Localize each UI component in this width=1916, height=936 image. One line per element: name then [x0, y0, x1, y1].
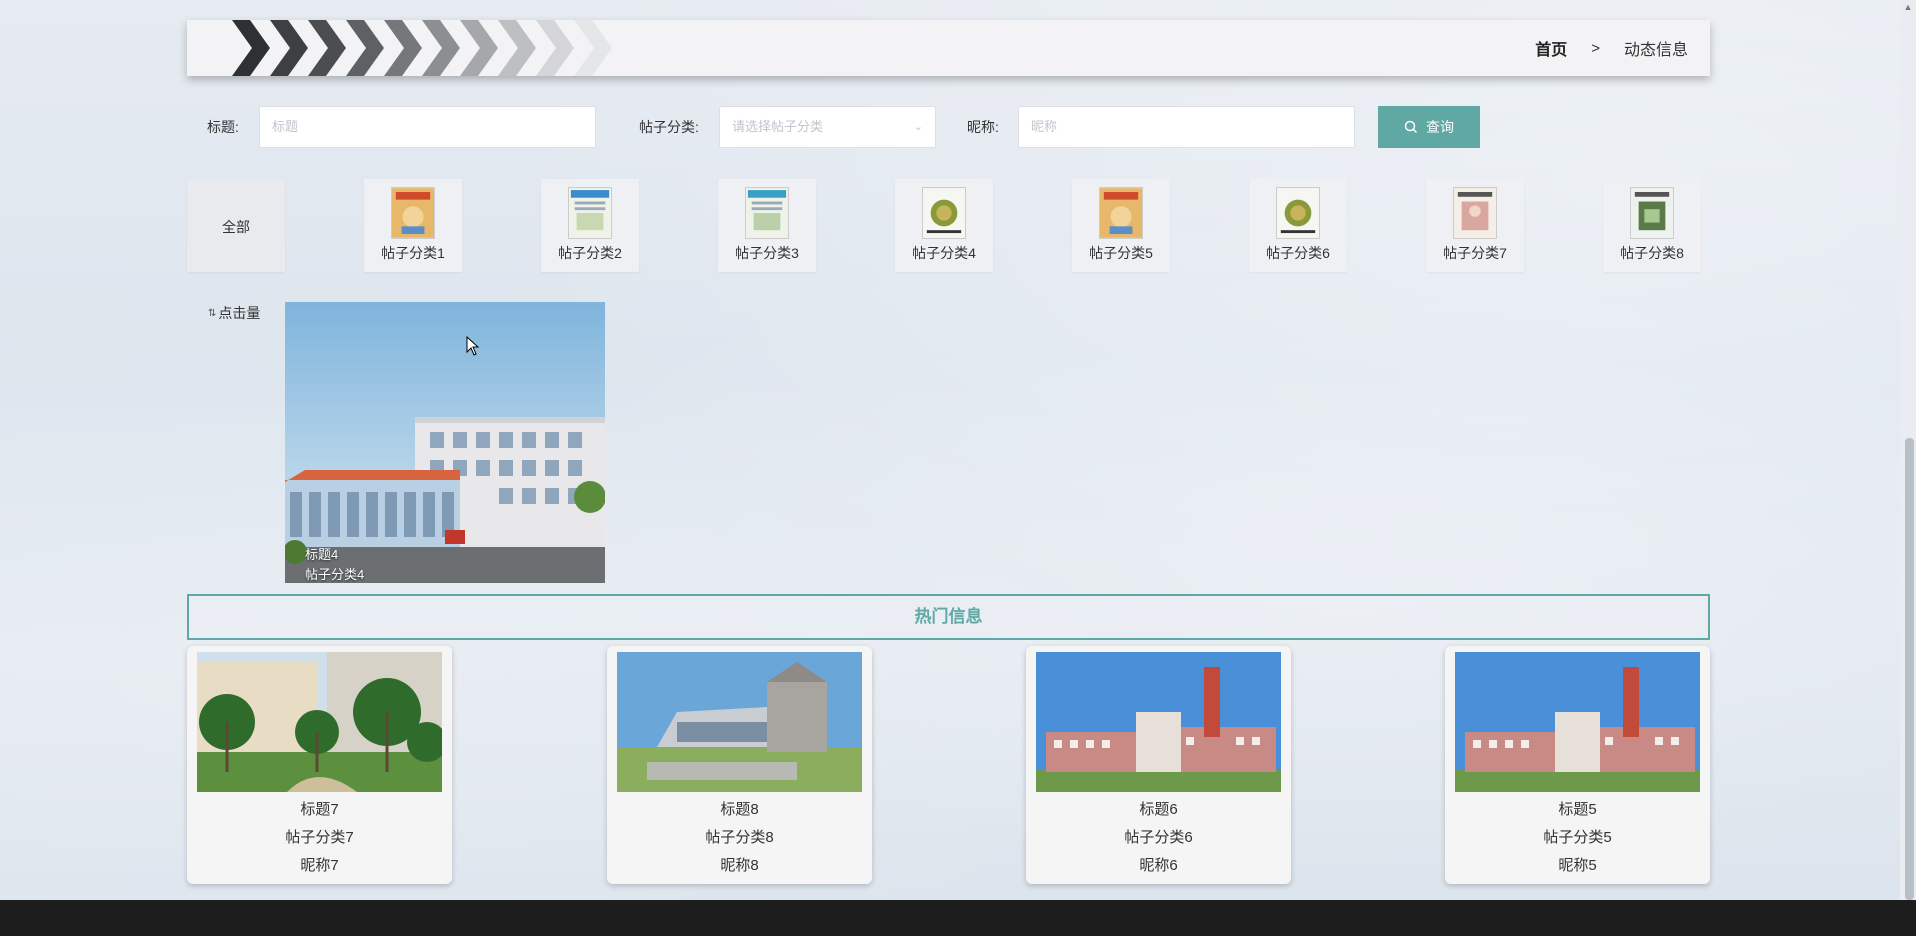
- hot-card-category: 帖子分类8: [705, 829, 774, 846]
- breadcrumb-current: 动态信息: [1623, 42, 1688, 59]
- category-item[interactable]: 帖子分类8: [1603, 179, 1701, 272]
- category-item[interactable]: 帖子分类6: [1249, 179, 1347, 272]
- hot-card-nickname: 昵称6: [1139, 857, 1178, 874]
- category-thumbnail: [391, 187, 435, 239]
- hot-card-nickname: 昵称8: [720, 857, 759, 874]
- hot-card-nickname: 昵称7: [300, 857, 339, 874]
- breadcrumb: 首页 > 动态信息: [1535, 20, 1688, 76]
- category-label: 帖子分类4: [912, 245, 976, 261]
- hot-card-title: 标题8: [720, 801, 759, 818]
- category-item[interactable]: 帖子分类5: [1072, 179, 1170, 272]
- category-label: 帖子分类3: [735, 245, 799, 261]
- hot-card-image: [617, 652, 862, 792]
- category-filter: 全部 帖子分类1 帖子分类2 帖子分类3 帖子分类4 帖子分类5 帖子分类6 帖…: [187, 179, 1707, 274]
- category-label: 帖子分类:: [639, 119, 699, 135]
- hot-card[interactable]: 标题8 帖子分类8 昵称8: [607, 646, 872, 884]
- search-button-label: 查询: [1426, 119, 1454, 135]
- hot-card[interactable]: 标题6 帖子分类6 昵称6: [1026, 646, 1291, 884]
- hot-card[interactable]: 标题5 帖子分类5 昵称5: [1445, 646, 1710, 884]
- sort-icon: ⇅: [208, 307, 216, 319]
- category-label: 帖子分类8: [1620, 245, 1684, 261]
- hot-card-image: [1455, 652, 1700, 792]
- category-thumbnail: [1453, 187, 1497, 239]
- search-icon: [1404, 120, 1418, 134]
- category-select[interactable]: 请选择帖子分类 ⌄: [719, 106, 936, 148]
- breadcrumb-home-link[interactable]: 首页: [1535, 36, 1567, 60]
- category-thumbnail: [745, 187, 789, 239]
- category-thumbnail: [922, 187, 966, 239]
- scroll-up-icon[interactable]: ▲: [1901, 0, 1915, 14]
- category-all[interactable]: 全部: [187, 179, 285, 272]
- hot-card-title: 标题6: [1139, 801, 1178, 818]
- category-item[interactable]: 帖子分类4: [895, 179, 993, 272]
- post-card[interactable]: 标题4 帖子分类4: [285, 302, 605, 583]
- category-item[interactable]: 帖子分类7: [1426, 179, 1524, 272]
- nickname-input[interactable]: 昵称: [1018, 106, 1355, 148]
- category-thumbnail: [1630, 187, 1674, 239]
- category-select-placeholder: 请选择帖子分类: [732, 119, 824, 134]
- hot-card-title: 标题5: [1558, 801, 1597, 818]
- hot-card-nickname: 昵称5: [1558, 857, 1597, 874]
- category-item[interactable]: 帖子分类3: [718, 179, 816, 272]
- category-item[interactable]: 帖子分类2: [541, 179, 639, 272]
- post-image: [285, 302, 605, 583]
- scrollbar-thumb[interactable]: [1905, 438, 1914, 900]
- category-label: 帖子分类1: [381, 245, 445, 261]
- title-label: 标题:: [207, 119, 239, 135]
- sort-by-hits[interactable]: ⇅ 点击量: [208, 303, 260, 323]
- search-form: 标题: 标题 帖子分类: 请选择帖子分类 ⌄ 昵称: 昵称 查询: [187, 106, 1487, 148]
- page-header: 首页 > 动态信息: [187, 20, 1710, 76]
- hot-card-image: [197, 652, 442, 792]
- category-item[interactable]: 帖子分类1: [364, 179, 462, 272]
- chevron-decoration: [232, 20, 612, 76]
- sort-label: 点击量: [218, 305, 261, 321]
- post-title: 标题4: [305, 547, 339, 562]
- category-label: 帖子分类6: [1266, 245, 1330, 261]
- hot-card-category: 帖子分类5: [1543, 829, 1612, 846]
- category-label: 全部: [222, 219, 250, 235]
- hot-card-image: [1036, 652, 1281, 792]
- hot-section-title: 热门信息: [187, 594, 1710, 640]
- category-label: 帖子分类2: [558, 245, 622, 261]
- nickname-label: 昵称:: [967, 119, 999, 135]
- hot-card-category: 帖子分类6: [1124, 829, 1193, 846]
- taskbar: [0, 900, 1916, 936]
- title-input[interactable]: 标题: [259, 106, 596, 148]
- category-thumbnail: [1276, 187, 1320, 239]
- mouse-cursor-icon: [466, 336, 480, 356]
- hot-card-category: 帖子分类7: [285, 829, 354, 846]
- chevron-down-icon: ⌄: [913, 121, 923, 133]
- category-thumbnail: [568, 187, 612, 239]
- hot-card[interactable]: 标题7 帖子分类7 昵称7: [187, 646, 452, 884]
- breadcrumb-separator: >: [1591, 39, 1600, 57]
- hot-card-title: 标题7: [300, 801, 339, 818]
- category-thumbnail: [1099, 187, 1143, 239]
- category-label: 帖子分类5: [1089, 245, 1153, 261]
- category-label: 帖子分类7: [1443, 245, 1507, 261]
- search-button[interactable]: 查询: [1378, 106, 1480, 148]
- post-category: 帖子分类4: [305, 567, 365, 582]
